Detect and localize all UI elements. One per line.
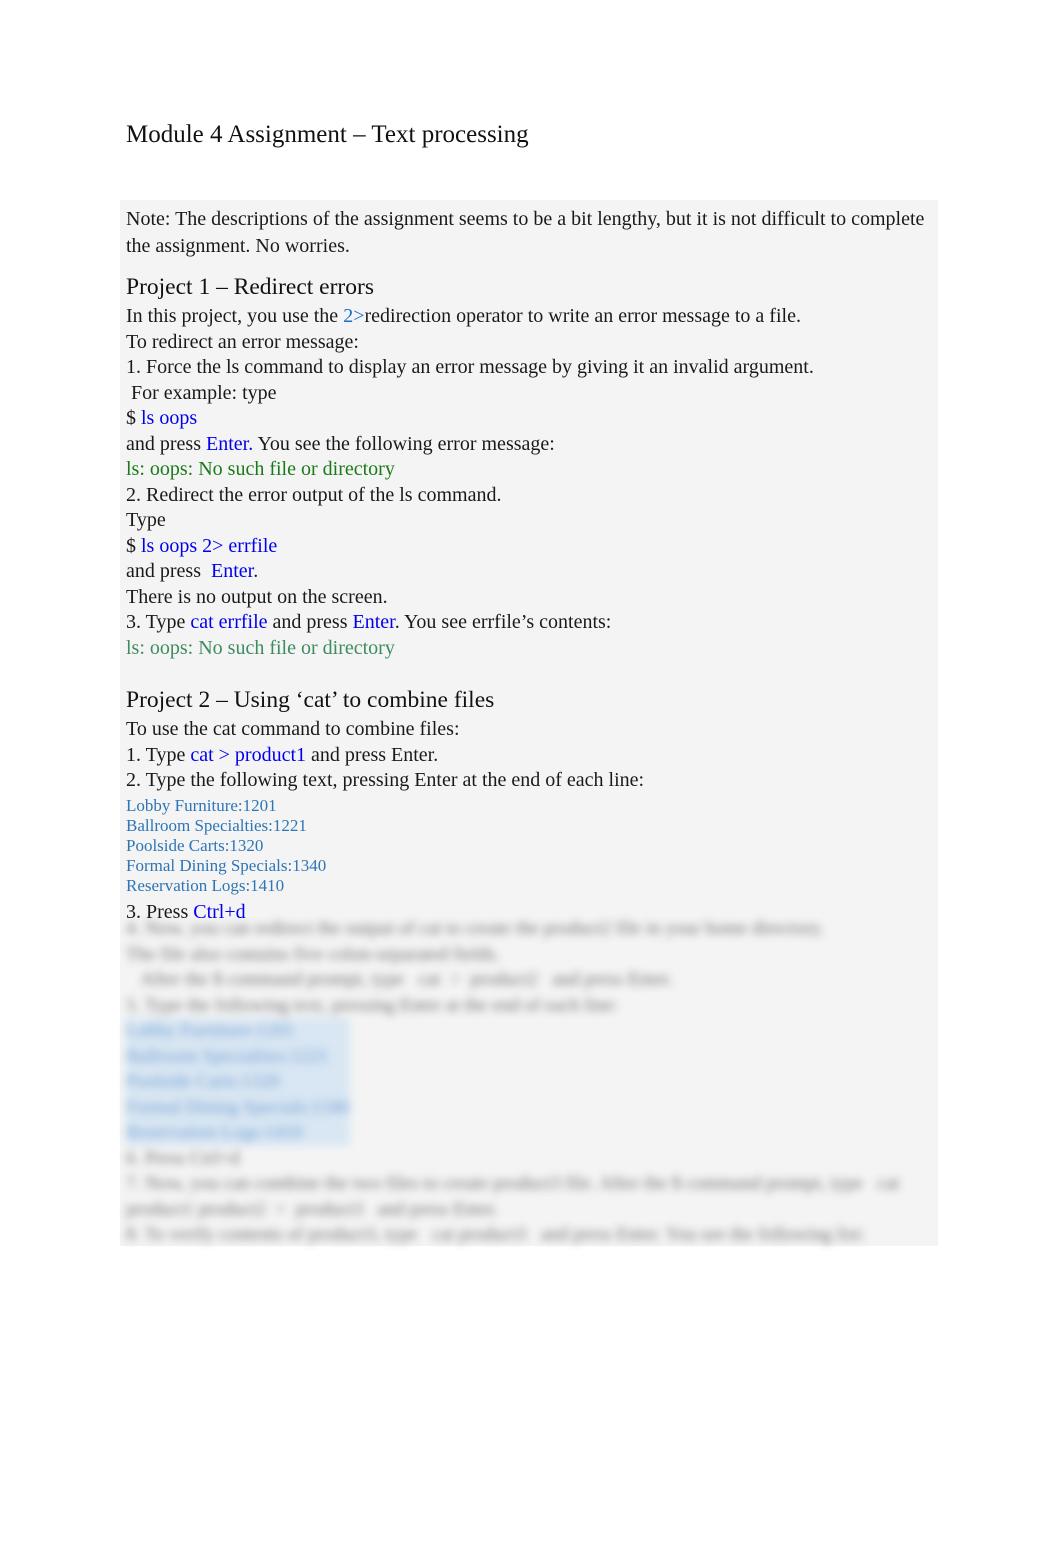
project1-error-output-2: ls: oops: No such file or directory [126, 636, 395, 659]
project1-step-3: 3. Type cat errfile and press Enter. You… [126, 610, 936, 636]
project1-intro: In this project, you use the 2>redirecti… [126, 304, 936, 330]
typed-line: Reservation Logs:1410 [126, 875, 285, 895]
obscured-line: The file also contains five colon-separa… [126, 943, 501, 965]
typed-line: Poolside Carts:1320 [126, 835, 264, 855]
project1-command-2: $ ls oops 2> errfile [126, 534, 936, 560]
p2-step1-text-a: 1. Type [126, 743, 191, 766]
step3-text-a: 3. Type [126, 611, 191, 633]
command-ls-oops: ls oops [141, 407, 198, 429]
obscured-highlighted-block: Lobby Furniture:1201 Ballroom Specialtie… [126, 1018, 350, 1146]
project2-heading: Project 2 – Using ‘cat’ to combine files [126, 687, 495, 713]
obscured-line-with-highlight: After the $ command prompt, type cat > p… [126, 967, 926, 993]
p2-step1-text-b: and press Enter. [306, 743, 439, 766]
project1-type-label: Type [126, 509, 166, 531]
obscured-instructions-region: 4. Now, you can redirect the output of c… [126, 916, 926, 1246]
obscured-line: 5. Type the following text, pressing Ent… [126, 994, 619, 1016]
obscured-typed-line: Formal Dining Specials:1340 [126, 1096, 350, 1118]
project1-after-command-1: and press Enter. You see the following e… [126, 432, 936, 458]
project2-lead: To use the cat command to combine files: [126, 718, 460, 740]
project2-step-2: 2. Type the following text, pressing Ent… [126, 769, 645, 791]
document-body: Module 4 Assignment – Text processing No… [126, 118, 936, 925]
project1-command-1: $ ls oops [126, 406, 936, 432]
project1-intro-text-b: redirection operator to write an error m… [364, 305, 801, 327]
key-enter-3: Enter [352, 611, 395, 633]
shell-prompt-2: $ [126, 534, 141, 557]
command-ls-oops-redirect: ls oops 2> errfile [141, 534, 278, 557]
redirect-operator-token: 2> [343, 305, 365, 327]
title-spacer [126, 160, 936, 206]
project-spacer [126, 661, 936, 683]
project1-step-1-continued: For example: type [126, 381, 277, 404]
obscured-line: 4. Now, you can redirect the output of c… [126, 918, 825, 939]
obscured-typed-line: Poolside Carts:1320 [126, 1071, 280, 1092]
assignment-note: Note: The descriptions of the assignment… [126, 208, 925, 257]
project1-intro-text-a: In this project, you use the [126, 305, 344, 327]
document-page: Module 4 Assignment – Text processing No… [0, 0, 1062, 1561]
project1-heading: Project 1 – Redirect errors [126, 274, 374, 300]
project1-steps-lead: To redirect an error message: [126, 330, 359, 353]
after2-text-b: . [253, 560, 259, 582]
command-cat-errfile: cat errfile [190, 611, 268, 633]
page-title: Module 4 Assignment – Text processing [126, 121, 529, 148]
note-spacer [126, 260, 936, 270]
after2-text-a: and press [126, 560, 211, 582]
obscured-line: 7. Now, you can combine the two files to… [126, 1173, 905, 1220]
obscured-line: 6. Press Ctrl+d [126, 1147, 240, 1169]
project1-step-1: 1. Force the ls command to display an er… [126, 356, 814, 378]
obscured-typed-line: Ballroom Specialties:1221 [126, 1045, 329, 1067]
obscured-line-text: After the $ command prompt, type cat > p… [126, 969, 673, 990]
typed-line: Formal Dining Specials:1340 [126, 855, 327, 875]
project1-after-command-2: and press Enter. [126, 559, 936, 585]
obscured-line: 8. To verify contents of product3, type … [126, 1224, 866, 1245]
obscured-typed-line: Lobby Furniture:1201 [126, 1020, 295, 1041]
project1-no-output: There is no output on the screen. [126, 585, 388, 608]
key-enter-2: Enter [210, 560, 254, 582]
typed-line: Ballroom Specialties:1221 [126, 815, 307, 835]
typed-line: Lobby Furniture:1201 [126, 795, 277, 815]
typed-lines-list: Lobby Furniture:1201 Ballroom Specialtie… [126, 796, 936, 896]
after1-text-a: and press [126, 432, 206, 455]
command-cat-product1: cat > product1 [190, 743, 307, 766]
obscured-typed-line: Reservation Logs:1410 [126, 1122, 303, 1143]
after1-text-b: You see the following error message: [253, 432, 555, 455]
project2-step-1: 1. Type cat > product1 and press Enter. [126, 743, 936, 769]
step3-text-c: . You see errfile’s contents: [394, 611, 612, 633]
key-enter: Enter. [205, 432, 254, 455]
project1-step-2: 2. Redirect the error output of the ls c… [126, 483, 502, 506]
shell-prompt: $ [126, 407, 141, 429]
step3-text-b: and press [267, 611, 353, 633]
project1-error-output: ls: oops: No such file or directory [126, 458, 395, 480]
